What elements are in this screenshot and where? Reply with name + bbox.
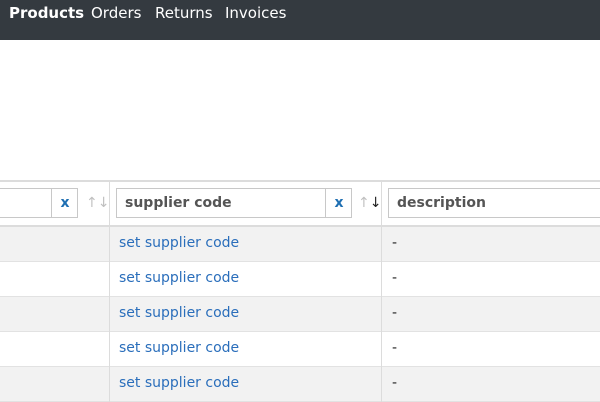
filter-box-description [388, 188, 600, 218]
description-filter-input[interactable] [389, 189, 597, 217]
description-cell: - [392, 305, 398, 321]
description-cell: - [392, 375, 398, 391]
table-row: set supplier code - [0, 262, 600, 297]
column-divider[interactable] [109, 182, 110, 402]
clear-supplier-code-filter-button[interactable]: x [325, 189, 352, 217]
description-cell: - [392, 340, 398, 356]
table-row: set supplier code - [0, 297, 600, 332]
filter-box-supplier-code: x [116, 188, 352, 218]
set-supplier-code-link[interactable]: set supplier code [119, 340, 239, 356]
nav-item-orders[interactable]: Orders [91, 4, 141, 22]
nav-item-returns[interactable]: Returns [155, 4, 213, 22]
products-grid: x ↑↓ x ↑↓ set supplier code - set suppli… [0, 180, 600, 402]
set-supplier-code-link[interactable]: set supplier code [119, 375, 239, 391]
description-cell: - [392, 270, 398, 286]
description-cell: - [392, 235, 398, 251]
set-supplier-code-link[interactable]: set supplier code [119, 305, 239, 321]
set-supplier-code-link[interactable]: set supplier code [119, 235, 239, 251]
table-row: set supplier code - [0, 227, 600, 262]
top-nav-bar: Products Orders Returns Invoices [0, 0, 600, 40]
clear-filter-col1-button[interactable]: x [51, 189, 78, 217]
column-divider[interactable] [381, 182, 382, 402]
table-row: set supplier code - [0, 367, 600, 402]
grid-header-row: x ↑↓ x ↑↓ [0, 182, 600, 228]
nav-item-products[interactable]: Products [9, 4, 84, 22]
nav-item-invoices[interactable]: Invoices [225, 4, 286, 22]
filter-box-col1: x [0, 188, 78, 218]
filter-input-col1[interactable] [0, 189, 51, 217]
sort-descending-icon[interactable]: ↑↓ [358, 195, 381, 211]
supplier-code-filter-input[interactable] [117, 189, 325, 217]
set-supplier-code-link[interactable]: set supplier code [119, 270, 239, 286]
table-row: set supplier code - [0, 332, 600, 367]
sort-unsorted-icon[interactable]: ↑↓ [86, 195, 109, 211]
